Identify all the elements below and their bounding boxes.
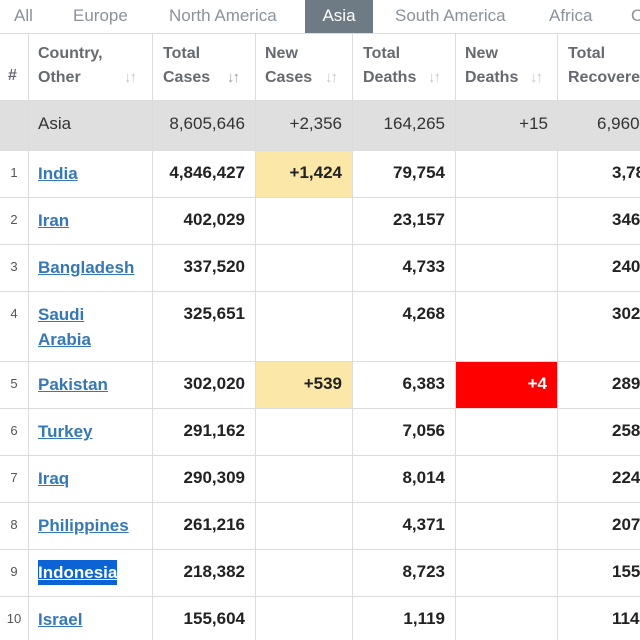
- total-recovered-cell: 258: [612, 421, 640, 440]
- tab-south-america[interactable]: South America: [395, 0, 506, 33]
- row-rank: 5: [10, 376, 18, 391]
- total-cases-cell: 4,846,427: [169, 163, 245, 182]
- total-recovered-cell: 240: [612, 257, 640, 276]
- total-deaths-cell: 4,733: [402, 257, 445, 276]
- sort-icon[interactable]: ↓↑: [530, 69, 543, 86]
- row-rank: 10: [6, 611, 22, 626]
- row-rank: 4: [10, 306, 18, 321]
- tab-asia[interactable]: Asia: [305, 0, 373, 33]
- header-rank: #: [8, 67, 17, 84]
- header-country: Other: [38, 69, 81, 86]
- sort-icon[interactable]: ↓↑: [428, 69, 441, 86]
- row-divider: [0, 502, 640, 503]
- total-row-label: Asia: [38, 114, 72, 133]
- row-divider: [0, 291, 640, 292]
- country-link[interactable]: Philippines: [38, 513, 129, 538]
- total-recovered-cell: 155: [612, 562, 640, 581]
- header-total-cases: Cases: [163, 69, 211, 86]
- total-deaths-cell: 4,268: [402, 304, 445, 323]
- row-rank: 8: [10, 517, 18, 532]
- total-recovered-cell: 224: [612, 468, 640, 487]
- header-total-recovered[interactable]: Total: [568, 42, 605, 66]
- tab-all[interactable]: All: [14, 0, 33, 33]
- header-new-cases: Cases: [265, 69, 313, 86]
- total-cases-cell: 218,382: [183, 562, 245, 581]
- total-recovered-cell: 207: [612, 515, 640, 534]
- total-deaths-value: 164,265: [383, 114, 445, 133]
- total-cases-cell: 290,309: [183, 468, 245, 487]
- row-rank: 1: [10, 165, 18, 180]
- country-link[interactable]: Pakistan: [38, 372, 108, 397]
- country-link[interactable]: Saudi: [38, 302, 84, 327]
- country-link[interactable]: Turkey: [38, 419, 93, 444]
- header-total-recovered: Recovere: [568, 69, 640, 86]
- column-divider: [557, 33, 558, 640]
- row-divider: [0, 33, 640, 34]
- new-cases-cell: +1,424: [289, 163, 342, 182]
- new-cases-cell: +539: [303, 374, 342, 393]
- total-recovered-cell: 289: [612, 374, 640, 393]
- header-new-deaths[interactable]: New: [465, 42, 498, 66]
- total-cases-cell: 261,216: [183, 515, 245, 534]
- total-recovered-cell: 346: [612, 210, 640, 229]
- stats-table: # Country, Other Total Cases New Cases Total Dea…: [0, 33, 640, 640]
- header-new-cases[interactable]: New: [265, 42, 298, 66]
- total-cases-cell: 302,020: [183, 374, 245, 393]
- column-divider: [28, 33, 29, 640]
- total-deaths-cell: 79,754: [393, 163, 445, 182]
- total-recovered-cell: 302: [612, 304, 640, 323]
- total-cases-cell: 337,520: [183, 257, 245, 276]
- new-deaths-cell: +4: [527, 374, 547, 393]
- header-total-cases[interactable]: Total: [163, 42, 200, 66]
- tab-north-america[interactable]: North America: [169, 0, 277, 33]
- country-link[interactable]: Bangladesh: [38, 255, 134, 280]
- tab-europe[interactable]: Europe: [73, 0, 128, 33]
- sort-desc-icon[interactable]: ↓↑: [227, 69, 240, 86]
- total-deaths-cell: 23,157: [393, 210, 445, 229]
- header-total-deaths: Deaths: [363, 69, 417, 86]
- total-cases-cell: 402,029: [183, 210, 245, 229]
- row-rank: 7: [10, 470, 18, 485]
- total-deaths-cell: 7,056: [402, 421, 445, 440]
- row-rank: 2: [10, 212, 18, 227]
- country-link[interactable]: Israel: [38, 607, 82, 632]
- row-rank: 9: [10, 564, 18, 579]
- sort-icon[interactable]: ↓↑: [325, 69, 338, 86]
- country-link[interactable]: India: [38, 161, 78, 186]
- total-deaths-cell: 4,371: [402, 515, 445, 534]
- total-recovered-cell: 3,780: [612, 163, 640, 182]
- sort-icon[interactable]: ↓↑: [124, 69, 137, 86]
- total-cases-cell: 325,651: [183, 304, 245, 323]
- total-deaths-cell: 8,014: [402, 468, 445, 487]
- total-cases-cell: 291,162: [183, 421, 245, 440]
- row-divider: [0, 455, 640, 456]
- header-total-deaths[interactable]: Total: [363, 42, 400, 66]
- continent-tabs: All Europe North America Asia South America A…: [0, 0, 640, 33]
- total-cases-cell: 155,604: [183, 609, 245, 628]
- row-divider: [0, 197, 640, 198]
- header-country[interactable]: Country,: [38, 42, 103, 66]
- country-link[interactable]: Arabia: [38, 327, 91, 352]
- total-deaths-cell: 1,119: [403, 609, 445, 628]
- country-link[interactable]: Iraq: [38, 466, 69, 491]
- row-divider: [0, 549, 640, 550]
- row-rank: 3: [10, 259, 18, 274]
- tab-o[interactable]: O: [631, 0, 640, 33]
- tab-africa[interactable]: Africa: [549, 0, 592, 33]
- row-divider: [0, 244, 640, 245]
- row-divider: [0, 596, 640, 597]
- row-divider: [0, 100, 640, 101]
- header-new-deaths: Deaths: [465, 69, 519, 86]
- new-deaths-value: +15: [519, 114, 548, 133]
- new-cases-value: +2,356: [289, 114, 342, 133]
- total-recovered-value: 6,960: [597, 114, 640, 133]
- row-divider: [0, 408, 640, 409]
- total-deaths-cell: 6,383: [402, 374, 445, 393]
- total-deaths-cell: 8,723: [402, 562, 445, 581]
- total-cases-value: 8,605,646: [169, 114, 245, 133]
- row-rank: 6: [10, 423, 18, 438]
- total-recovered-cell: 114: [612, 609, 640, 628]
- country-link[interactable]: Indonesia: [38, 560, 118, 585]
- country-link[interactable]: Iran: [38, 208, 69, 233]
